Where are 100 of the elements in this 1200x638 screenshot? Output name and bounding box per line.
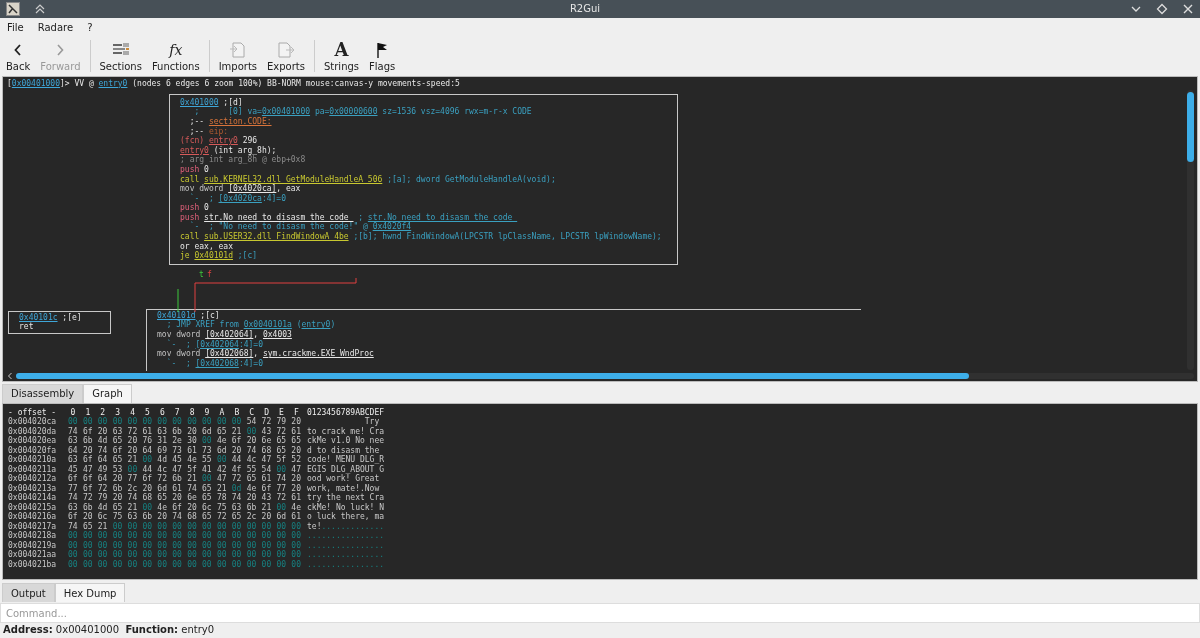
byte-cell-text: 00 [187,521,198,531]
offset-cell-text: 0x0040212a [8,474,58,484]
view-tab[interactable]: Graph [83,383,132,403]
graph-node[interactable]: 0x40101d ;[c] ; JMP XREF from 0x0040101a (entry0) mov dword [0x402064], 0x4003 `- ; [0x402064:4]=0 mov dword [0x402068], sym.crackme.EXE_WndProc `- ; [0x402068:4]=0 [146,308,861,371]
address-link[interactable]: entry0 [180,145,209,155]
address-link[interactable]: 0x0040101a [243,320,292,330]
byte-cell: 00 [216,417,227,427]
byte-cell: 00 [231,417,242,427]
byte-cell-text: 00 [142,540,153,550]
address-link[interactable]: entry0 [301,320,331,330]
toolbar-button[interactable]: Back [2,38,35,73]
ascii-text: Try [363,417,380,427]
toolbar-button[interactable]: fx Functions [147,38,204,73]
byte-cell-text: 00 [291,521,302,531]
toolbar-button[interactable]: Exports [263,38,309,73]
address-link[interactable]: 0x00401000 [11,78,60,88]
byte-cell: 65 [276,436,287,446]
toolbar-button[interactable]: A Strings [320,38,364,73]
byte-cell: 52 [291,455,302,465]
byte-cell: 65 [246,474,257,484]
address-link[interactable]: [0x4020ca [218,193,262,203]
graph-node[interactable] [169,93,678,265]
byte-cell: 00 [142,550,153,560]
address-link[interactable]: sub.USER32.dll_FindWindowA_4be [204,232,349,242]
prompt-line: [0x00401000]> VV @ entry0 (nodes 6 edges 6 zoom 100%) BB-NORM mouse:canvas-y movements-speed:5 [6,77,461,90]
graph-node[interactable]: 0x40101c ;[e] ret [8,310,111,334]
toolbar-button[interactable]: Sections [95,38,146,73]
address-link[interactable]: [0x402064 [195,339,239,349]
menu-item[interactable]: Radare [37,21,74,33]
address-link[interactable]: sub.KERNEL32.dll_GetModuleHandleA_506 [204,174,383,184]
menu-item[interactable]: File [7,21,24,33]
panel-tab[interactable]: Hex Dump [54,583,126,603]
address-link[interactable]: section.CODE: [208,116,272,126]
menu-item[interactable]: ? [87,21,93,33]
vertical-scrollbar[interactable] [1187,89,1194,370]
byte-cell-text: 00 [157,540,168,550]
address-link[interactable]: 0x40101d [157,310,196,320]
address-link[interactable]: sym.crackme.EXE_WndProc [263,349,374,359]
byte-cell: 00 [187,550,198,560]
close-icon[interactable] [1182,2,1194,15]
maximize-icon[interactable] [1156,2,1168,15]
byte-cell: 65 [202,493,212,503]
address-link[interactable]: 0x40101c [19,312,58,322]
byte-cell: 6c [97,512,108,522]
byte-cell: 00 [202,417,212,427]
panel-tab[interactable]: Output [2,583,55,603]
command-field[interactable]: Command... [0,603,1200,624]
letter-icon: A [334,39,349,60]
address-link[interactable]: [0x402068] [205,349,254,359]
column-header: 7 [173,407,181,417]
byte-cell-text: 20 [142,483,153,493]
byte-cell-text: 4e [291,502,302,512]
address-link[interactable]: entry0 [98,78,128,88]
address-link[interactable]: [0x402064] [205,329,254,339]
address-link[interactable]: [0x4020ca] [228,184,277,194]
byte-cell: 76 [142,436,153,446]
toolbar-button[interactable]: Imports [214,38,262,73]
address-link[interactable]: [0x402068 [195,358,239,368]
address-link[interactable]: 0x4020f4 [372,222,412,232]
byte-cell: 20 [82,512,93,522]
column-header: D [263,407,270,417]
byte-cell: 61 [291,493,302,503]
byte-cell-text: 63 [112,426,123,436]
byte-cell: 00 [276,550,287,560]
byte-cell: 20 [127,436,138,446]
byte-cell: 00 [291,531,302,541]
address-link[interactable]: str.No_need_to_disasm_the_code_ [367,212,518,222]
byte-cell-text: 00 [246,521,257,531]
address-link[interactable]: entry0 [208,136,238,146]
byte-cell: 00 [68,531,78,541]
byte-cell-text: 20 [97,426,108,436]
scroll-left-icon[interactable] [6,371,14,380]
address-link[interactable]: 0x401000 [180,97,219,107]
column-header: 0123456789ABCDEF [307,407,385,417]
byte-cell: 21 [187,474,198,484]
view-tab[interactable]: Disassembly [2,383,84,403]
column-header: - offset - [8,407,58,417]
byte-cell-text: 00 [112,540,123,550]
address-link[interactable]: 0x40101d [194,251,233,261]
byte-cell-text: 65 [82,521,93,531]
byte-cell: 00 [202,531,212,541]
byte-cell: 00 [291,550,302,560]
toolbar-button[interactable]: Flags [365,38,400,73]
byte-cell-text: 63 [157,426,168,436]
horizontal-scrollbar[interactable] [16,372,1194,379]
byte-cell: 45 [172,455,183,465]
address-link[interactable]: 0x4003 [263,329,292,339]
address-link[interactable]: str.No_need_to_disasm_the_code_ [204,212,354,222]
address-link[interactable]: 0x00000600 [329,107,378,117]
column-header: 3 [114,407,122,417]
address-link[interactable]: 0x00401000 [261,107,311,117]
byte-cell-text: 00 [127,464,138,474]
byte-cell: 20 [291,474,302,484]
byte-cell: 00 [97,550,108,560]
byte-cell: 00 [157,531,168,541]
keep-above-icon[interactable] [34,2,46,15]
column-header: A [218,407,226,417]
byte-cell: 4c [246,455,257,465]
byte-cell-text: 65 [112,502,123,512]
byte-cell-text: 47 [172,464,183,474]
